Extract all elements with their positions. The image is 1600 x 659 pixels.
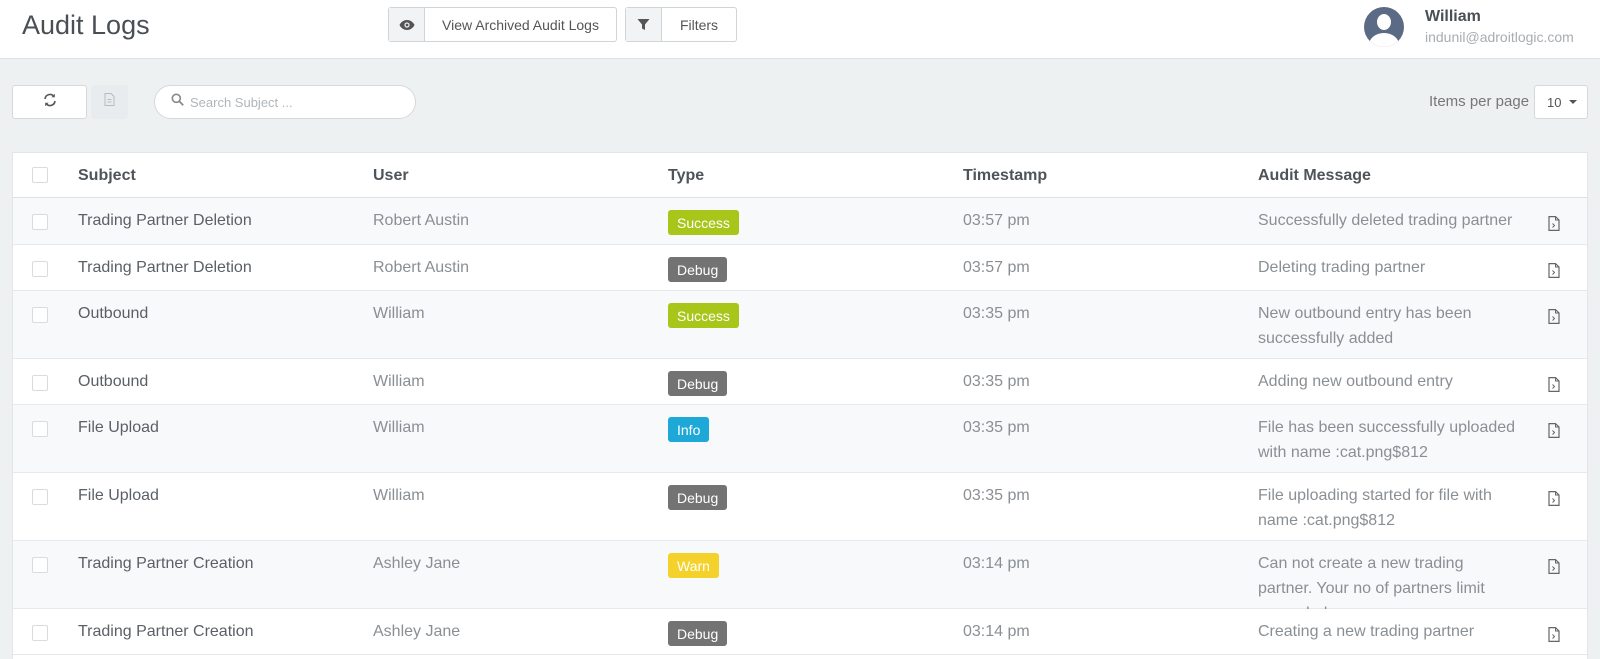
document-icon[interactable] (1548, 309, 1560, 329)
refresh-icon (43, 93, 57, 112)
document-icon[interactable] (1548, 263, 1560, 283)
items-per-page-select[interactable]: 10 (1534, 85, 1588, 119)
chevron-down-icon (1569, 100, 1578, 104)
row-user: Robert Austin (373, 212, 470, 229)
table-row[interactable]: Outbound William Debug 03:35 pm Adding new o… (13, 359, 1587, 405)
row-user: William (373, 305, 425, 322)
search-icon (171, 93, 184, 111)
row-subject: File Upload (78, 419, 159, 436)
row-user: William (373, 419, 425, 436)
row-audit-message: Adding new outbound entry (1258, 373, 1453, 390)
row-timestamp: 03:35 pm (963, 373, 1030, 390)
document-icon[interactable] (1548, 377, 1560, 397)
page-title: Audit Logs (22, 10, 150, 40)
row-subject: Outbound (78, 305, 149, 322)
document-icon[interactable] (1548, 491, 1560, 511)
column-header-type[interactable]: Type (668, 167, 704, 185)
row-audit-message: File uploading started for file with nam… (1258, 487, 1492, 529)
column-header-audit-message[interactable]: Audit Message (1258, 167, 1371, 185)
row-timestamp: 03:14 pm (963, 555, 1030, 572)
row-audit-message: Deleting trading partner (1258, 259, 1426, 276)
row-user: William (373, 487, 425, 504)
table-body: Trading Partner Deletion Robert Austin Suc… (13, 198, 1587, 655)
row-subject: Trading Partner Creation (78, 623, 254, 640)
row-checkbox[interactable] (32, 421, 48, 437)
row-checkbox[interactable] (32, 307, 48, 323)
table-header: Subject User Type Timestamp Audit Messag… (13, 153, 1587, 198)
table-row[interactable]: Trading Partner Deletion Robert Austin Deb… (13, 245, 1587, 291)
row-user: William (373, 373, 425, 390)
export-button[interactable] (91, 85, 128, 119)
type-badge: Debug (668, 257, 728, 282)
audit-table: Subject User Type Timestamp Audit Messag… (12, 152, 1588, 659)
row-checkbox[interactable] (32, 261, 48, 277)
row-subject: Trading Partner Creation (78, 555, 254, 572)
row-audit-message: Successfully deleted trading partner (1258, 212, 1513, 229)
row-checkbox[interactable] (32, 375, 48, 391)
search-box (154, 85, 416, 119)
row-checkbox[interactable] (32, 625, 48, 641)
row-timestamp: 03:57 pm (963, 212, 1030, 229)
table-row[interactable]: File Upload William Info 03:35 pm File has b… (13, 405, 1587, 473)
document-icon[interactable] (1548, 559, 1560, 579)
filters-button[interactable]: Filters (625, 7, 737, 42)
table-row[interactable]: Outbound William Success 03:35 pm New outbou… (13, 291, 1587, 359)
table-row[interactable]: File Upload William Debug 03:35 pm File uplo… (13, 473, 1587, 541)
row-subject: Outbound (78, 373, 149, 390)
row-checkbox[interactable] (32, 214, 48, 230)
table-row[interactable]: Trading Partner Creation Ashley Jane Warn 0… (13, 541, 1587, 622)
row-user: Ashley Jane (373, 555, 461, 572)
row-timestamp: 03:57 pm (963, 259, 1030, 276)
document-icon[interactable] (1548, 627, 1560, 647)
table-row[interactable]: Trading Partner Creation Ashley Jane Debug… (13, 609, 1587, 655)
row-user: Robert Austin (373, 259, 470, 276)
type-badge: Debug (668, 371, 728, 396)
document-icon[interactable] (1548, 216, 1560, 236)
type-badge: Success (668, 303, 739, 328)
select-all-checkbox[interactable] (32, 167, 48, 183)
user-email: indunil@adroitlogic.com (1425, 29, 1574, 45)
column-header-user[interactable]: User (373, 167, 409, 185)
row-timestamp: 03:35 pm (963, 419, 1030, 436)
filter-icon (626, 8, 662, 41)
type-badge: Debug (668, 485, 728, 510)
avatar-icon[interactable] (1364, 7, 1404, 47)
row-timestamp: 03:35 pm (963, 305, 1030, 322)
type-badge: Success (668, 210, 739, 235)
row-subject: Trading Partner Deletion (78, 212, 252, 229)
row-audit-message: Creating a new trading partner (1258, 623, 1475, 640)
row-audit-message: File has been successfully uploaded with… (1258, 419, 1516, 461)
row-user: Ashley Jane (373, 623, 461, 640)
row-subject: File Upload (78, 487, 159, 504)
row-checkbox[interactable] (32, 489, 48, 505)
view-archived-button[interactable]: View Archived Audit Logs (388, 7, 617, 42)
type-badge: Debug (668, 621, 728, 646)
row-checkbox[interactable] (32, 557, 48, 573)
table-row[interactable]: Trading Partner Deletion Robert Austin Suc… (13, 198, 1587, 245)
column-header-subject[interactable]: Subject (78, 167, 136, 185)
items-per-page-value: 10 (1547, 94, 1562, 110)
view-archived-label: View Archived Audit Logs (442, 16, 599, 33)
export-icon (104, 93, 115, 111)
row-subject: Trading Partner Deletion (78, 259, 252, 276)
type-badge: Warn (668, 553, 719, 578)
row-audit-message: New outbound entry has been successfully… (1258, 305, 1472, 347)
row-timestamp: 03:14 pm (963, 623, 1030, 640)
type-badge: Info (668, 417, 710, 442)
refresh-button[interactable] (12, 85, 87, 119)
items-per-page-label: Items per page (1429, 93, 1530, 110)
header: Audit Logs View Archived Audit Logs Filt… (0, 0, 1600, 59)
column-header-timestamp[interactable]: Timestamp (963, 167, 1047, 185)
user-name: William (1425, 8, 1481, 25)
eye-icon (389, 8, 425, 41)
search-input[interactable] (190, 94, 410, 110)
document-icon[interactable] (1548, 423, 1560, 443)
filters-label: Filters (679, 16, 719, 33)
row-timestamp: 03:35 pm (963, 487, 1030, 504)
